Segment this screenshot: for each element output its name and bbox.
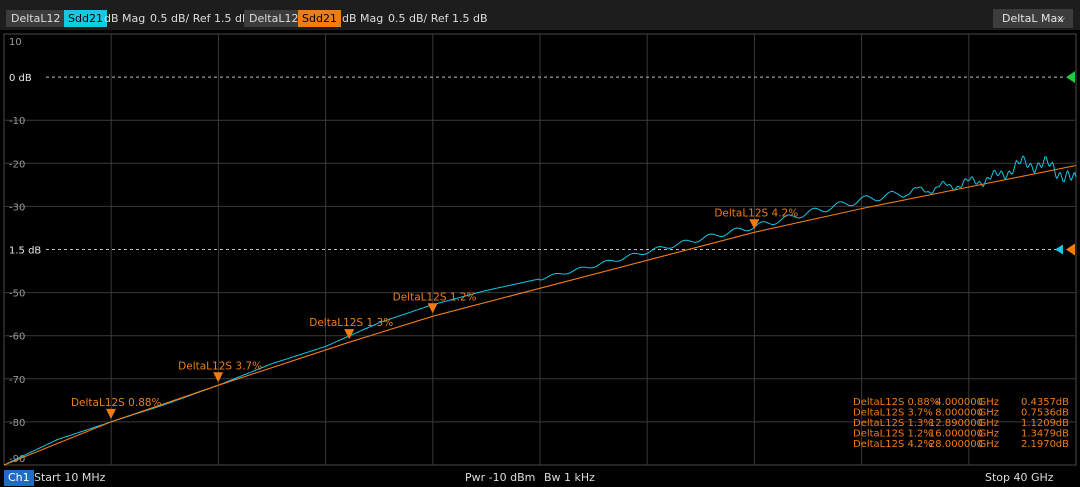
deltal-dropdown[interactable]: DeltaL Max ⌵ [993, 9, 1073, 28]
marker-label: DeltaL12S 4.2% [714, 207, 798, 219]
marker-table-cell: DeltaL12S 4.2% [853, 439, 933, 450]
chevron-down-icon: ⌵ [1056, 12, 1065, 25]
marker-table-cell: GHz [978, 429, 999, 440]
trace2-param[interactable]: Sdd21 [298, 10, 341, 27]
trace2-scale[interactable]: 0.5 dB/ Ref 1.5 dB [388, 10, 488, 27]
marker-table-cell: 8.000000 [935, 408, 983, 419]
y-tick-label: 10 [9, 37, 22, 48]
marker-label: DeltaL12S 0.88% [71, 397, 162, 409]
marker-label: DeltaL12S 1.2% [393, 291, 477, 303]
y-tick-label: -70 [9, 375, 25, 386]
start-frequency[interactable]: Start 10 MHz [34, 471, 105, 485]
y-tick-label: -60 [9, 332, 25, 343]
status-bar: Ch1 Start 10 MHz Pwr -10 dBm Bw 1 kHz St… [0, 469, 1080, 487]
channel-badge[interactable]: Ch1 [4, 470, 34, 486]
marker-triangle-icon[interactable] [427, 303, 438, 314]
marker-table-cell: 2.1970 [1021, 439, 1056, 450]
y-tick-label: -10 [9, 116, 25, 127]
marker-table-cell: GHz [978, 418, 999, 429]
if-bandwidth[interactable]: Bw 1 kHz [544, 471, 595, 485]
marker-table-cell: DeltaL12S 1.3% [853, 418, 933, 429]
trace2-format[interactable]: dB Mag [342, 10, 383, 27]
marker-table-cell: dB [1056, 397, 1069, 408]
reference-marker-green-icon[interactable] [1066, 71, 1075, 84]
marker-table-cell: 28.000000 [929, 439, 983, 450]
marker-label: DeltaL12S 3.7% [178, 360, 262, 372]
trace1-format[interactable]: dB Mag [104, 10, 145, 27]
reference-marker-cyan-icon[interactable] [1055, 244, 1063, 255]
marker-table-cell: 4.000000 [935, 397, 983, 408]
marker-table-cell: DeltaL12S 0.88% [853, 397, 939, 408]
marker-table-cell: GHz [978, 397, 999, 408]
marker-table-cell: dB [1056, 408, 1069, 419]
y-tick-label: -30 [9, 202, 25, 213]
marker-triangle-icon[interactable] [213, 372, 224, 383]
marker-label: DeltaL12S 1.3% [309, 317, 393, 329]
marker-triangle-icon[interactable] [105, 408, 116, 419]
y-tick-label: 1.5 dB [9, 246, 41, 257]
y-tick-label: -80 [9, 418, 25, 429]
marker-table-cell: 0.7536 [1021, 408, 1056, 419]
reference-marker-orange-icon[interactable] [1066, 243, 1075, 256]
marker-table-cell: 1.3479 [1021, 429, 1056, 440]
y-tick-label: 0 dB [9, 73, 32, 84]
marker-table-cell: DeltaL12S 1.2% [853, 429, 933, 440]
y-tick-label: -50 [9, 289, 25, 300]
marker-table-cell: 1.1209 [1021, 418, 1056, 429]
marker-table-cell: DeltaL12S 3.7% [853, 408, 933, 419]
trace1-scale[interactable]: 0.5 dB/ Ref 1.5 dB [150, 10, 250, 27]
dropdown-label: DeltaL Max [1002, 12, 1064, 25]
marker-table-cell: dB [1056, 439, 1069, 450]
y-tick-label: -20 [9, 159, 25, 170]
marker-table-cell: 16.000000 [929, 429, 983, 440]
marker-table-cell: 0.4357 [1021, 397, 1056, 408]
marker-table-cell: GHz [978, 439, 999, 450]
source-power[interactable]: Pwr -10 dBm [465, 471, 535, 485]
trace-header-bar: DeltaL12 Sdd21 dB Mag 0.5 dB/ Ref 1.5 dB… [0, 0, 1080, 30]
trace1-name[interactable]: DeltaL12 [6, 10, 66, 27]
marker-table-cell: 12.890000 [929, 418, 983, 429]
marker-table-cell: dB [1056, 429, 1069, 440]
marker-table-cell: GHz [978, 408, 999, 419]
plot-area[interactable]: 100 dB-10-20-301.5 dB-50-60-70-80-90Delt… [0, 30, 1080, 469]
stop-frequency[interactable]: Stop 40 GHz [985, 471, 1054, 485]
trace1-param[interactable]: Sdd21 [64, 10, 107, 27]
marker-table-cell: dB [1056, 418, 1069, 429]
